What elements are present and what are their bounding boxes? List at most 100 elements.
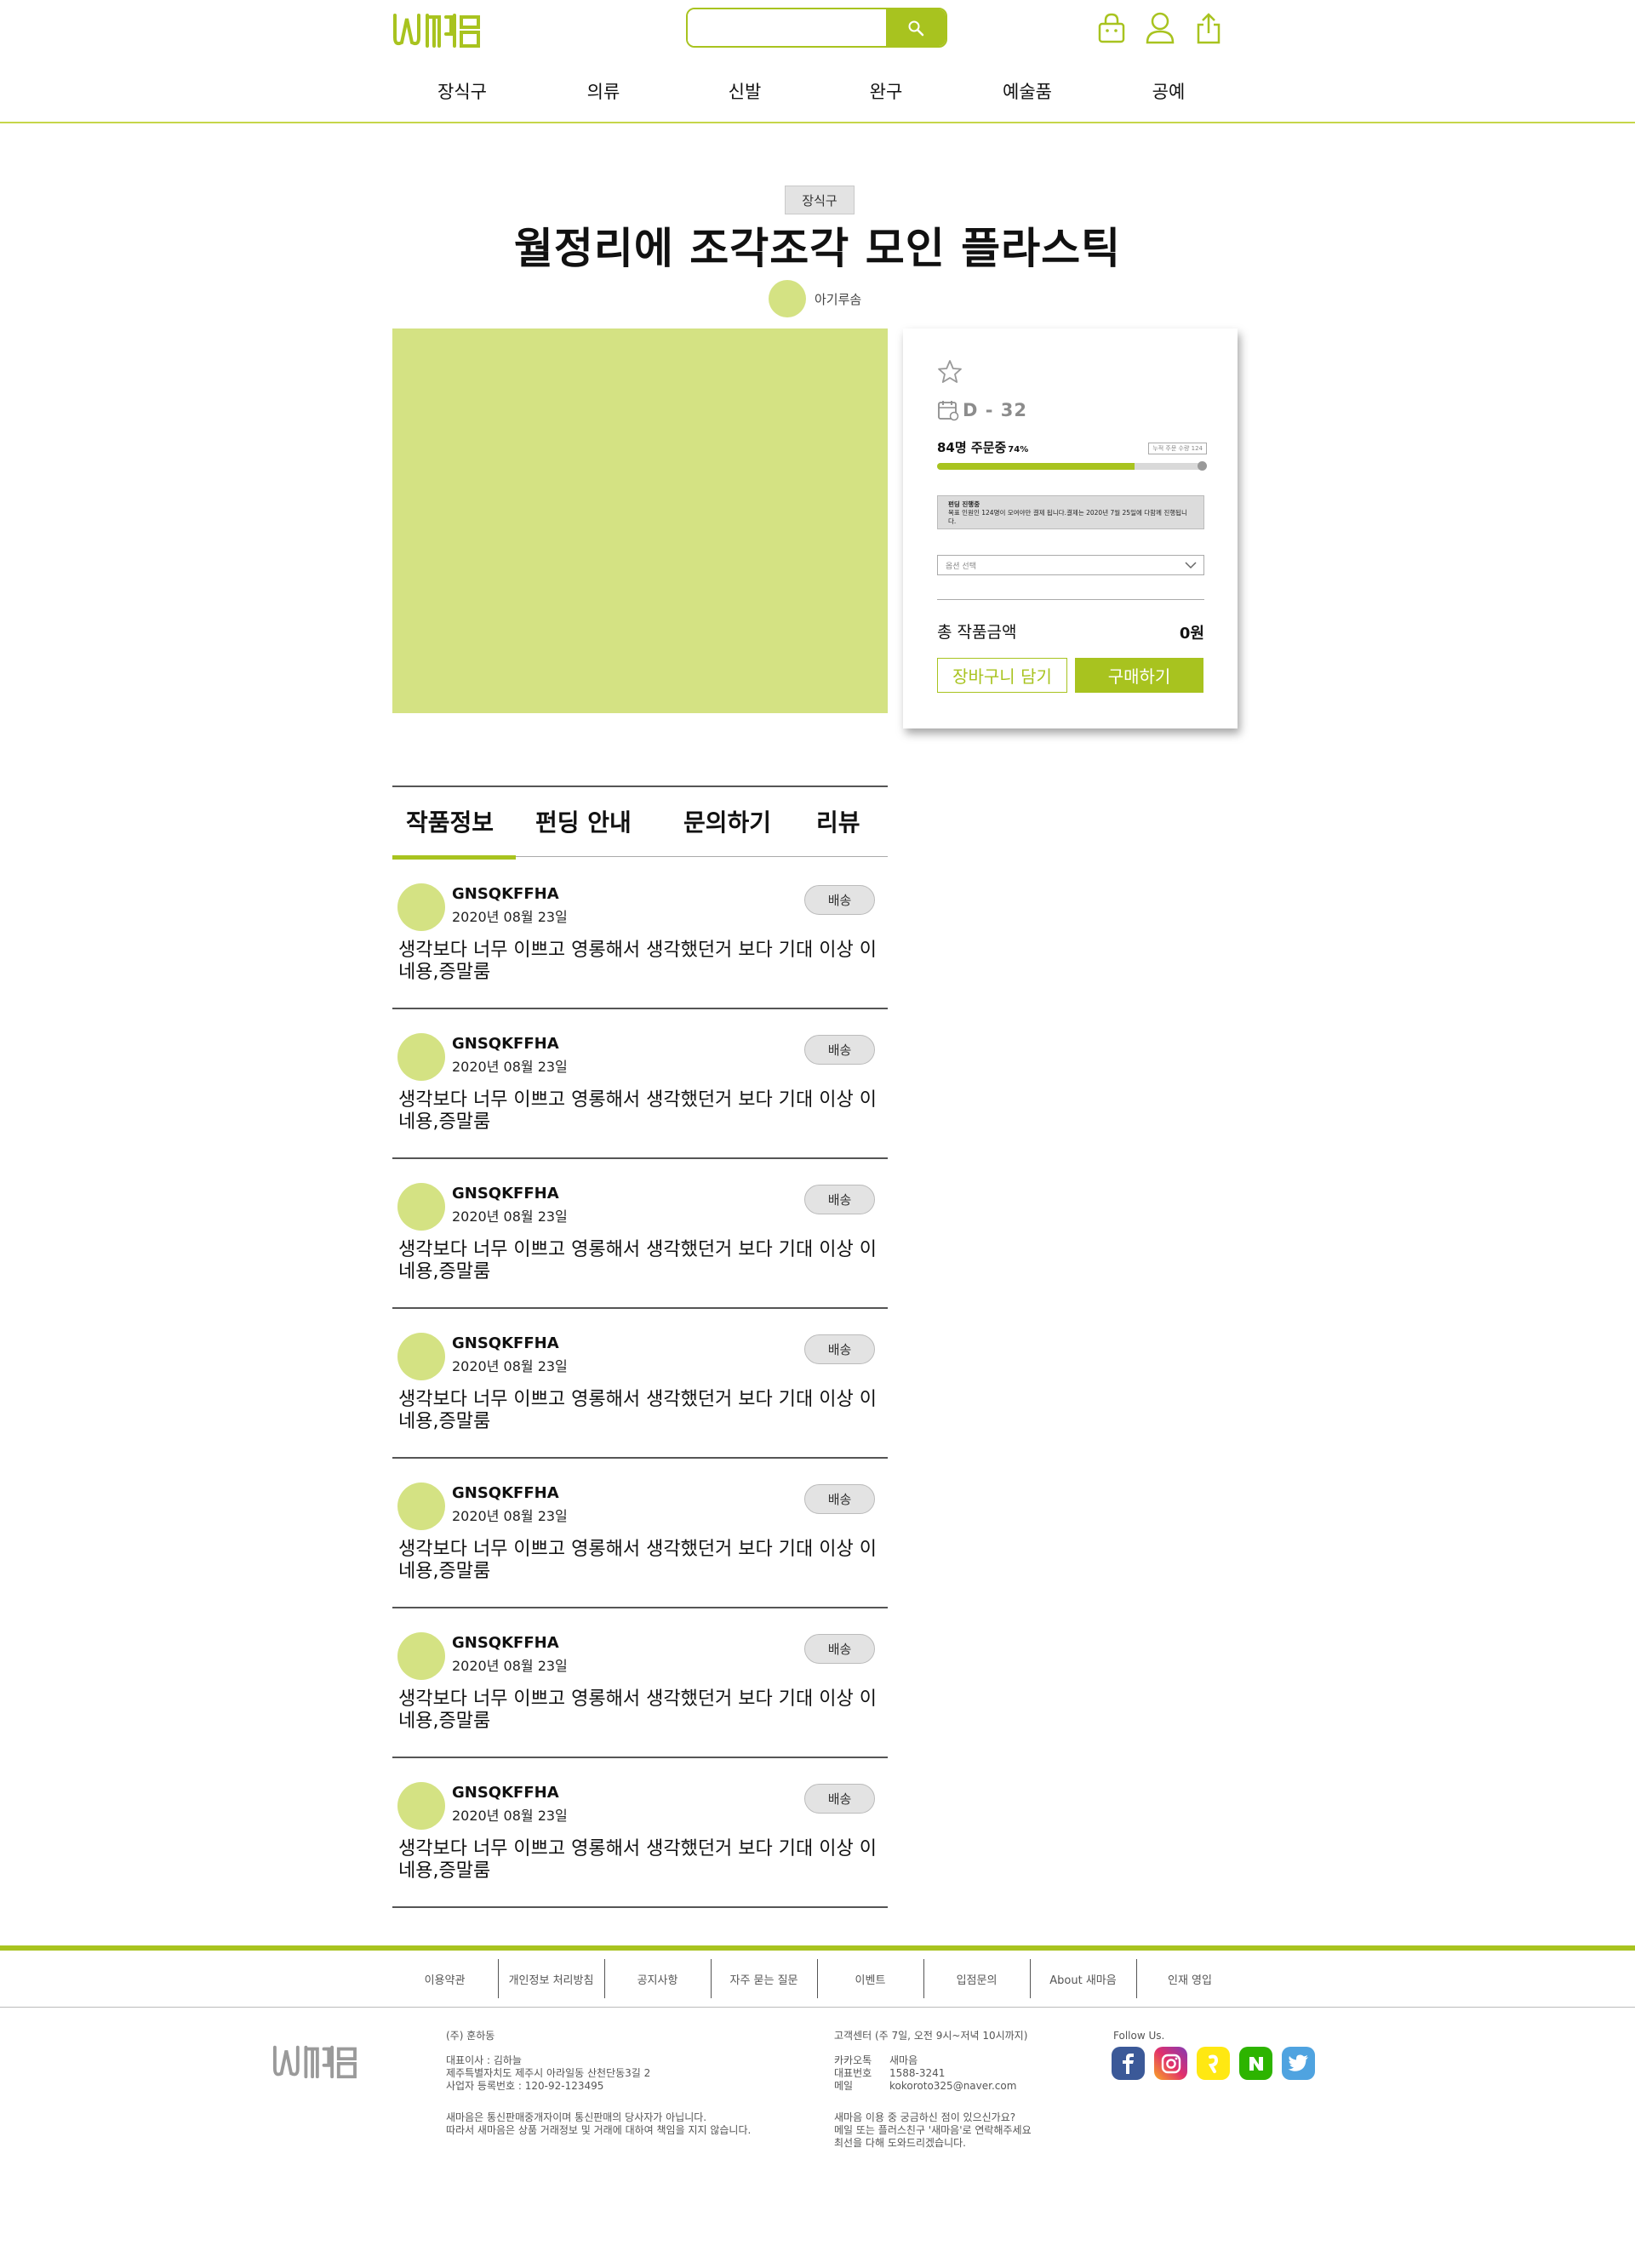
review-date: 2020년 08월 23일 [452, 1658, 568, 1674]
option-select[interactable]: 옵션 선택 [937, 555, 1204, 575]
review-date: 2020년 08월 23일 [452, 909, 568, 925]
footer-company-info: (주) 훈하동 대표이사 : 김하늘 제주특별자치도 제주시 아라일동 산천단동… [446, 2030, 751, 2137]
review-item: GNSQKFFHA 2020년 08월 23일 배송 생각보다 너무 이쁘고 영… [392, 1309, 888, 1459]
footer-logo [273, 2045, 357, 2079]
calendar-icon [938, 401, 959, 421]
footer-link-notice[interactable]: 공지사항 [605, 1959, 712, 1998]
reviewer-name: GNSQKFFHA [452, 885, 559, 903]
nav-item-clothing[interactable]: 의류 [533, 78, 674, 104]
search-button[interactable] [886, 9, 946, 46]
review-item: GNSQKFFHA 2020년 08월 23일 배송 생각보다 너무 이쁘고 영… [392, 1459, 888, 1608]
share-button[interactable] [1192, 10, 1225, 46]
review-text: 생각보다 너무 이쁘고 영롱해서 생각했던거 보다 기대 이상 이네용,증말룸 [398, 1239, 877, 1283]
notice-text: 목표 인원인 124명이 모여야만 결제 됩니다.결제는 2020년 7월 25… [948, 509, 1187, 525]
notice-title: 펀딩 진행중 [948, 500, 980, 508]
tab-inquiry[interactable]: 문의하기 [683, 804, 771, 838]
disclaimer-line-2: 따라서 새마음은 상품 거래정보 및 거래에 대하여 책임을 지지 않습니다. [446, 2124, 752, 2136]
tab-reviews[interactable]: 리뷰 [816, 804, 860, 838]
category-badge: 장식구 [785, 186, 855, 214]
product-title: 월정리에 조각조각 모인 플라스틱 [513, 224, 1122, 273]
site-header: 장식구 의류 신발 완구 예술품 공예 [0, 0, 1635, 123]
reviewer-avatar [397, 883, 445, 931]
review-list: GNSQKFFHA 2020년 08월 23일 배송 생각보다 너무 이쁘고 영… [392, 860, 888, 1908]
cart-button[interactable] [1095, 10, 1128, 46]
review-date: 2020년 08월 23일 [452, 1208, 568, 1225]
dday-text: D - 32 [963, 400, 1027, 420]
follow-label: Follow Us. [1113, 2030, 1165, 2042]
funding-progress [937, 461, 1207, 471]
review-text: 생각보다 너무 이쁘고 영롱해서 생각했던거 보다 기대 이상 이네용,증말룸 [398, 940, 877, 983]
footer-link-partnership[interactable]: 입점문의 [924, 1959, 1031, 1998]
company-address: 제주특별자치도 제주시 아라일동 산천단동3길 2 [446, 2067, 651, 2079]
add-to-cart-button[interactable]: 장바구니 담기 [937, 658, 1067, 693]
reviewer-avatar [397, 1033, 445, 1081]
review-item: GNSQKFFHA 2020년 08월 23일 배송 생각보다 너무 이쁘고 영… [392, 860, 888, 1009]
target-badge: 누적 주문 수량 124 [1148, 443, 1207, 454]
twitter-icon[interactable] [1282, 2047, 1315, 2080]
dday-counter: D - 32 [937, 399, 1027, 421]
review-text: 생각보다 너무 이쁘고 영롱해서 생각했던거 보다 기대 이상 이네용,증말룸 [398, 1389, 877, 1432]
kakao-value: 새마음 [889, 2054, 918, 2066]
footer-link-terms[interactable]: 이용약관 [392, 1959, 499, 1998]
review-tag-badge: 배송 [804, 1484, 875, 1514]
reviewer-name: GNSQKFFHA [452, 1035, 559, 1053]
buy-now-button[interactable]: 구매하기 [1075, 658, 1203, 693]
category-nav: 장식구 의류 신발 완구 예술품 공예 [392, 78, 1243, 104]
reviewer-name: GNSQKFFHA [452, 1784, 559, 1802]
star-icon[interactable] [937, 359, 963, 385]
progress-end-dot [1198, 461, 1207, 471]
cs-title: 고객센터 (주 7일, 오전 9시~저녁 10시까지) [834, 2030, 1028, 2042]
brand-logo[interactable] [390, 9, 482, 51]
nav-item-crafts[interactable]: 공예 [1098, 78, 1239, 104]
seller-info[interactable]: 아기루솜 [769, 280, 861, 317]
footer-link-faq[interactable]: 자주 묻는 질문 [712, 1959, 818, 1998]
nav-item-shoes[interactable]: 신발 [674, 78, 815, 104]
review-item: GNSQKFFHA 2020년 08월 23일 배송 생각보다 너무 이쁘고 영… [392, 1758, 888, 1908]
purchase-card: D - 32 84명 주문중 74% 누적 주문 수량 124 펀딩 진행중 목표… [903, 328, 1238, 728]
tab-product-info[interactable]: 작품정보 [406, 804, 494, 838]
footer-link-privacy[interactable]: 개인정보 처리방침 [499, 1959, 605, 1998]
account-button[interactable] [1144, 10, 1176, 46]
cs-question-2: 메일 또는 플러스친구 '새마음'로 연락해주세요 [834, 2124, 1032, 2136]
total-price-label: 총 작품금액 [937, 623, 1017, 642]
tabs-top-border [392, 786, 888, 787]
reviewer-avatar [397, 1183, 445, 1231]
footer-link-event[interactable]: 이벤트 [818, 1959, 924, 1998]
footer-link-careers[interactable]: 인재 영입 [1137, 1959, 1243, 1998]
kakao-label: 카카오톡 [834, 2054, 872, 2066]
naver-icon[interactable] [1239, 2047, 1272, 2080]
instagram-icon[interactable] [1154, 2047, 1187, 2080]
review-tag-badge: 배송 [804, 1035, 875, 1065]
footer-divider [0, 2007, 1635, 2008]
search-input[interactable] [688, 9, 886, 46]
review-text: 생각보다 너무 이쁘고 영롱해서 생각했던거 보다 기대 이상 이네용,증말룸 [398, 1089, 877, 1133]
social-links [1112, 2047, 1315, 2080]
reviewer-name: GNSQKFFHA [452, 1334, 559, 1352]
nav-item-art[interactable]: 예술품 [957, 78, 1098, 104]
tab-funding-guide[interactable]: 펀딩 안내 [535, 804, 632, 838]
facebook-icon[interactable] [1112, 2047, 1145, 2080]
company-ceo: 대표이사 : 김하늘 [446, 2054, 522, 2066]
mail-value[interactable]: kokoroto325@naver.com [889, 2080, 1016, 2093]
seller-name: 아기루솜 [815, 291, 862, 307]
kakao-story-icon[interactable] [1197, 2047, 1230, 2080]
reviewer-avatar [397, 1632, 445, 1680]
footer-link-about[interactable]: About 새마음 [1031, 1959, 1137, 1998]
reviewer-avatar [397, 1782, 445, 1830]
product-image [392, 328, 888, 713]
order-percent: 74% [1008, 445, 1029, 454]
seller-avatar [769, 280, 806, 317]
company-biz-no: 사업자 등록번호 : 120-92-123495 [446, 2080, 604, 2092]
review-tag-badge: 배송 [804, 1634, 875, 1664]
review-text: 생각보다 너무 이쁘고 영롱해서 생각했던거 보다 기대 이상 이네용,증말룸 [398, 1539, 877, 1582]
nav-item-accessories[interactable]: 장식구 [392, 78, 533, 104]
review-tag-badge: 배송 [804, 885, 875, 915]
footer-accent-line [0, 1945, 1635, 1951]
review-tag-badge: 배송 [804, 1784, 875, 1814]
total-price-value: 0원 [1179, 625, 1204, 643]
nav-item-toys[interactable]: 완구 [815, 78, 957, 104]
reviewer-avatar [397, 1333, 445, 1380]
reviewer-name: GNSQKFFHA [452, 1484, 559, 1502]
order-count: 84명 주문중 74% [937, 438, 1028, 456]
review-item: GNSQKFFHA 2020년 08월 23일 배송 생각보다 너무 이쁘고 영… [392, 1608, 888, 1758]
